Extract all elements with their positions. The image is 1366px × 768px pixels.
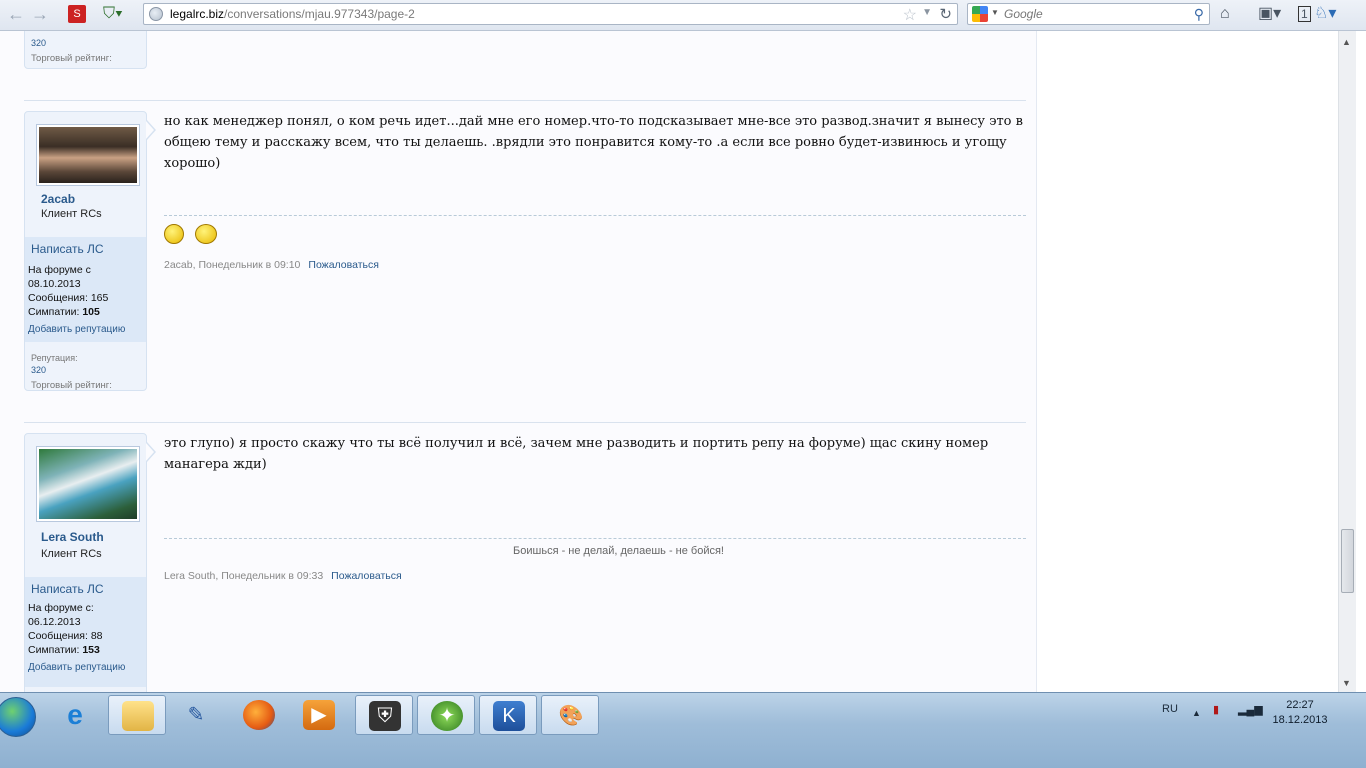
add-reputation-link[interactable]: Добавить репутацию [28, 324, 125, 335]
rep-value[interactable]: 320 [31, 365, 46, 375]
post-separator [24, 100, 1026, 101]
ie-icon: e [67, 699, 83, 730]
shield-app-button[interactable]: ⛨ [355, 695, 413, 735]
network-icon[interactable]: ▂▄▆ [1238, 703, 1263, 716]
explorer-button[interactable] [108, 695, 166, 735]
reload-icon[interactable]: ↻ [939, 5, 952, 23]
back-icon[interactable]: ← [5, 4, 27, 24]
messages-stat: Сообщения: 165 [28, 292, 109, 304]
message-text: но как менеджер понял, о ком речь идет..… [164, 114, 1023, 171]
avatar[interactable] [36, 124, 140, 186]
radar-icon: ✦ [431, 701, 463, 731]
browser-toolbar: ← → S ⛉▾ legalrc.biz/conversations/mjau.… [0, 0, 1366, 31]
power-icon[interactable]: ▮ [1213, 703, 1219, 716]
media-player-button[interactable]: ▶ [290, 695, 348, 735]
add-reputation-link[interactable]: Добавить репутацию [28, 662, 125, 673]
search-icon[interactable]: ⚲ [1194, 6, 1204, 23]
system-clock[interactable]: 22:27 18.12.2013 [1262, 698, 1338, 728]
message-divider [164, 538, 1026, 539]
user-title: Клиент RCs [41, 548, 102, 560]
message-divider [164, 215, 1026, 216]
trade-rating-label: Торговый рейтинг: [31, 53, 112, 64]
seo-addon-icon[interactable]: S [68, 5, 86, 23]
home-icon[interactable]: ⌂ [1220, 5, 1230, 23]
clock-time: 22:27 [1286, 699, 1314, 711]
start-button[interactable] [0, 697, 36, 737]
user-info-lera-south: Lera South Клиент RCs Написать ЛС На фор… [24, 433, 147, 692]
scroll-thumb[interactable] [1341, 529, 1354, 593]
bookmark-star-icon[interactable]: ☆ [903, 5, 917, 25]
likes-stat: Симпатии: 105 [28, 306, 100, 318]
vertical-scrollbar[interactable]: ▲ ▼ [1338, 31, 1356, 692]
joined-label: На форуме с: [28, 602, 94, 614]
user-info-prev: 320 Торговый рейтинг: [24, 31, 147, 69]
page-viewport: 320 Торговый рейтинг: 2acab Клиент RCs Н… [0, 31, 1338, 692]
show-hidden-icons[interactable]: ▲ [1192, 708, 1201, 718]
message-text: это глупо) я просто скажу что ты всё пол… [164, 436, 989, 472]
trade-rating-label: Торговый рейтинг: [31, 380, 112, 391]
shield-icon: ⛨ [369, 701, 401, 731]
engine-dropdown-icon[interactable]: ▼ [991, 8, 999, 17]
report-link[interactable]: Пожаловаться [308, 259, 379, 271]
report-link[interactable]: Пожаловаться [331, 570, 402, 582]
send-pm-link[interactable]: Написать ЛС [31, 582, 104, 596]
internet-explorer-button[interactable]: e [46, 695, 104, 735]
firefox-icon [243, 700, 275, 730]
user-info-2acab: 2acab Клиент RCs Написать ЛС На форуме с… [24, 111, 147, 391]
smiley-icons [164, 224, 218, 247]
firefox-button[interactable] [230, 695, 288, 735]
rep-label: Репутация: [31, 353, 78, 363]
folder-icon [122, 701, 154, 731]
user-tool-button[interactable]: ✎ [167, 695, 225, 735]
clock-date: 18.12.2013 [1272, 714, 1328, 726]
messages-stat: Сообщения: 88 [28, 630, 103, 642]
security-icon: K [493, 701, 525, 731]
bubble-arrow [146, 442, 156, 462]
radar-app-button[interactable]: ✦ [417, 695, 475, 735]
addon-icon[interactable]: ♘▾ [1314, 5, 1336, 23]
username[interactable]: 2acab [41, 192, 75, 206]
bookmarks-menu-icon[interactable]: ▣▾ [1258, 5, 1281, 23]
scroll-up-icon[interactable]: ▲ [1342, 37, 1351, 47]
address-bar[interactable]: legalrc.biz/conversations/mjau.977343/pa… [143, 3, 958, 25]
user-title: Клиент RCs [41, 208, 102, 220]
rep-value[interactable]: 320 [31, 38, 46, 48]
paint-app-button[interactable]: 🎨 [541, 695, 599, 735]
user-stats-panel: Написать ЛС На форуме с 08.10.2013 Сообщ… [25, 237, 146, 342]
scroll-down-icon[interactable]: ▼ [1342, 678, 1351, 688]
search-placeholder: Google [1004, 7, 1043, 21]
history-dropdown-icon[interactable]: ▼ [922, 7, 932, 18]
username[interactable]: Lera South [41, 530, 104, 544]
url-text: legalrc.biz/conversations/mjau.977343/pa… [170, 7, 415, 21]
conversation-content: 320 Торговый рейтинг: 2acab Клиент RCs Н… [0, 31, 1037, 692]
post-meta: 2acab, Понедельник в 09:10 Пожаловаться [164, 259, 379, 271]
language-indicator[interactable]: RU [1162, 703, 1178, 715]
palette-icon: 🎨 [558, 705, 584, 727]
smiley-whistle-icon [195, 224, 218, 244]
post-meta: Lera South, Понедельник в 09:33 Пожаловат… [164, 570, 402, 582]
user-stats-panel: Написать ЛС На форуме с: 06.12.2013 Сооб… [25, 577, 146, 687]
google-engine-icon[interactable] [972, 6, 988, 22]
addon-menu-icon[interactable]: ⛉▾ [103, 5, 123, 23]
tab-counter[interactable]: 1 [1298, 5, 1311, 23]
play-icon: ▶ [303, 700, 335, 730]
joined-label: На форуме с [28, 264, 91, 276]
security-app-button[interactable]: K [479, 695, 537, 735]
likes-stat: Симпатии: 153 [28, 644, 100, 656]
post-separator [24, 422, 1026, 423]
windows-taskbar: e ✎ ▶ ⛨ ✦ K 🎨 RU ▲ ▮ ▂▄▆ 22:27 18.12.201… [0, 692, 1366, 768]
forward-icon[interactable]: → [29, 4, 51, 24]
user-tool-icon: ✎ [187, 704, 205, 726]
site-identity-icon[interactable] [149, 7, 163, 21]
search-box[interactable]: ▼ Google ⚲ [967, 3, 1210, 25]
send-pm-link[interactable]: Написать ЛС [31, 242, 104, 256]
joined-date: 08.10.2013 [28, 278, 81, 290]
avatar[interactable] [36, 446, 140, 522]
smiley-icon [164, 224, 184, 244]
bubble-arrow [146, 120, 156, 140]
joined-date: 06.12.2013 [28, 616, 81, 628]
signature: Боишься - не делай, делаешь - не бойся! [513, 545, 724, 557]
